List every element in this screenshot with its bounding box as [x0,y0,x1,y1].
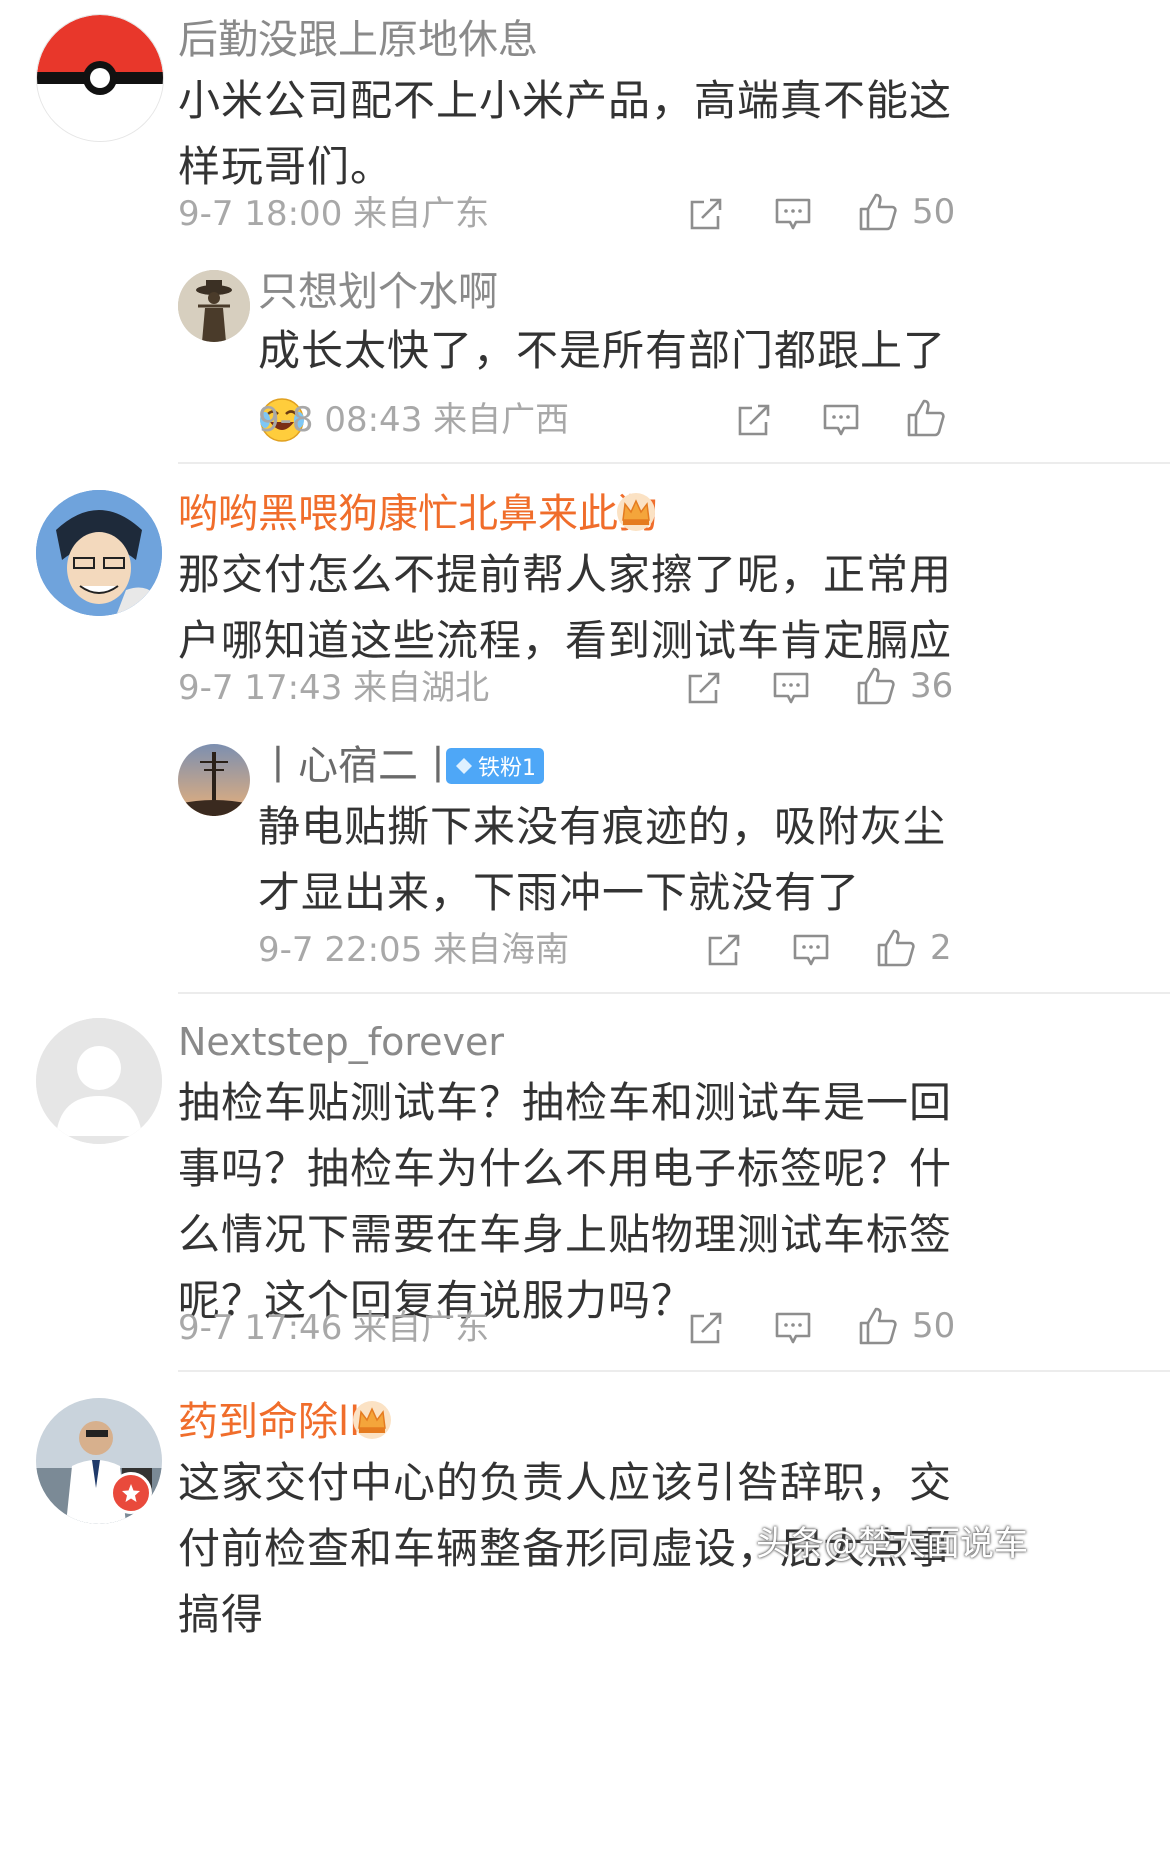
divider [178,462,1170,464]
comment-meta: 9-7 17:43 来自湖北 [178,668,490,708]
like-count: 50 [912,192,956,232]
reply-meta: 9-8 08:43 来自广西 [258,400,570,440]
like-count: 2 [930,928,952,968]
cowboy-avatar-icon [178,270,250,342]
comment-icon [775,198,811,230]
user-avatar[interactable] [36,490,162,616]
share-button[interactable] [736,402,772,438]
reply-text-content: 成长太快了，不是所有部门都跟上了 [258,326,947,375]
crown-icon [353,1401,391,1439]
crown-icon [617,493,655,531]
comment-icon [775,1312,811,1344]
verified-badge [110,1472,152,1514]
comment-text: 小米公司配不上小米产品，高端真不能这样玩哥们。 [178,76,953,191]
comment-text: 抽检车贴测试车？抽检车和测试车是一回事吗？抽检车为什么不用电子标签呢？什么情况下… [178,1078,953,1325]
reply-text: 静电贴撕下来没有痕迹的，吸附灰尘才显出来，下雨冲一下就没有了 [258,802,947,917]
share-icon [738,404,770,436]
like-button[interactable]: 50 [858,192,955,232]
divider [178,1370,1170,1372]
share-button[interactable] [686,670,722,706]
comment-text: 那交付怎么不提前帮人家擦了呢，正常用户哪知道这些流程，看到测试车肯定膈应 [178,550,953,665]
like-button[interactable]: 36 [856,666,953,706]
sunset-pole-avatar-icon [178,744,250,816]
watermark: 头条@楚大面说车 [756,1524,1028,1564]
comment-username[interactable]: 哟哟黑喂狗康忙北鼻来此狗 [178,490,658,538]
comment-username[interactable]: 药到命除ll [178,1398,360,1446]
comment-icon [773,672,809,704]
thumbs-up-icon [859,1307,897,1345]
default-user-avatar-icon [36,1018,162,1144]
like-button[interactable] [906,398,946,438]
comment-username[interactable]: Nextstep_forever [178,1018,504,1066]
comment-feed: 后勤没跟上原地休息 小米公司配不上小米产品，高端真不能这样玩哥们。 9-7 18… [0,0,1170,1864]
share-button[interactable] [688,1310,724,1346]
pokeball-avatar-icon [37,15,163,141]
comment-username[interactable]: 后勤没跟上原地休息 [178,16,538,64]
like-button[interactable]: 2 [876,928,952,968]
comment-icon [793,934,829,966]
divider [178,992,1170,994]
reply-button[interactable] [774,1310,812,1346]
anime-character-avatar-icon [36,490,162,616]
reply-button[interactable] [822,402,860,438]
like-button[interactable]: 50 [858,1306,955,1346]
share-icon [688,672,720,704]
verified-star-icon [122,1484,140,1502]
user-avatar[interactable] [36,1018,162,1144]
share-icon [690,198,722,230]
reply-button[interactable] [774,196,812,232]
reply-button[interactable] [772,670,810,706]
reply-username[interactable]: 丨心宿二丨 [258,742,458,790]
diamond-icon [456,758,472,774]
reply-avatar[interactable] [178,270,250,342]
reply-avatar[interactable] [178,744,250,816]
comment-meta: 9-7 17:46 来自广东 [178,1308,490,1348]
fan-badge: 铁粉1 [446,748,544,784]
reply-button[interactable] [792,932,830,968]
share-icon [690,1312,722,1344]
reply-meta: 9-7 22:05 来自海南 [258,930,570,970]
user-avatar[interactable] [36,14,164,142]
thumbs-up-icon [859,193,897,231]
fan-badge-label: 铁粉1 [478,756,536,781]
comment-icon [823,404,859,436]
like-count: 50 [912,1306,956,1346]
share-button[interactable] [706,932,742,968]
thumbs-up-icon [857,667,895,705]
comment-meta: 9-7 18:00 来自广东 [178,194,490,234]
reply-username[interactable]: 只想划个水啊 [258,268,498,316]
user-avatar[interactable] [36,1398,162,1524]
share-button[interactable] [688,196,724,232]
like-count: 36 [910,666,954,706]
thumbs-up-icon [877,929,915,967]
share-icon [708,934,740,966]
thumbs-up-icon [907,399,945,437]
